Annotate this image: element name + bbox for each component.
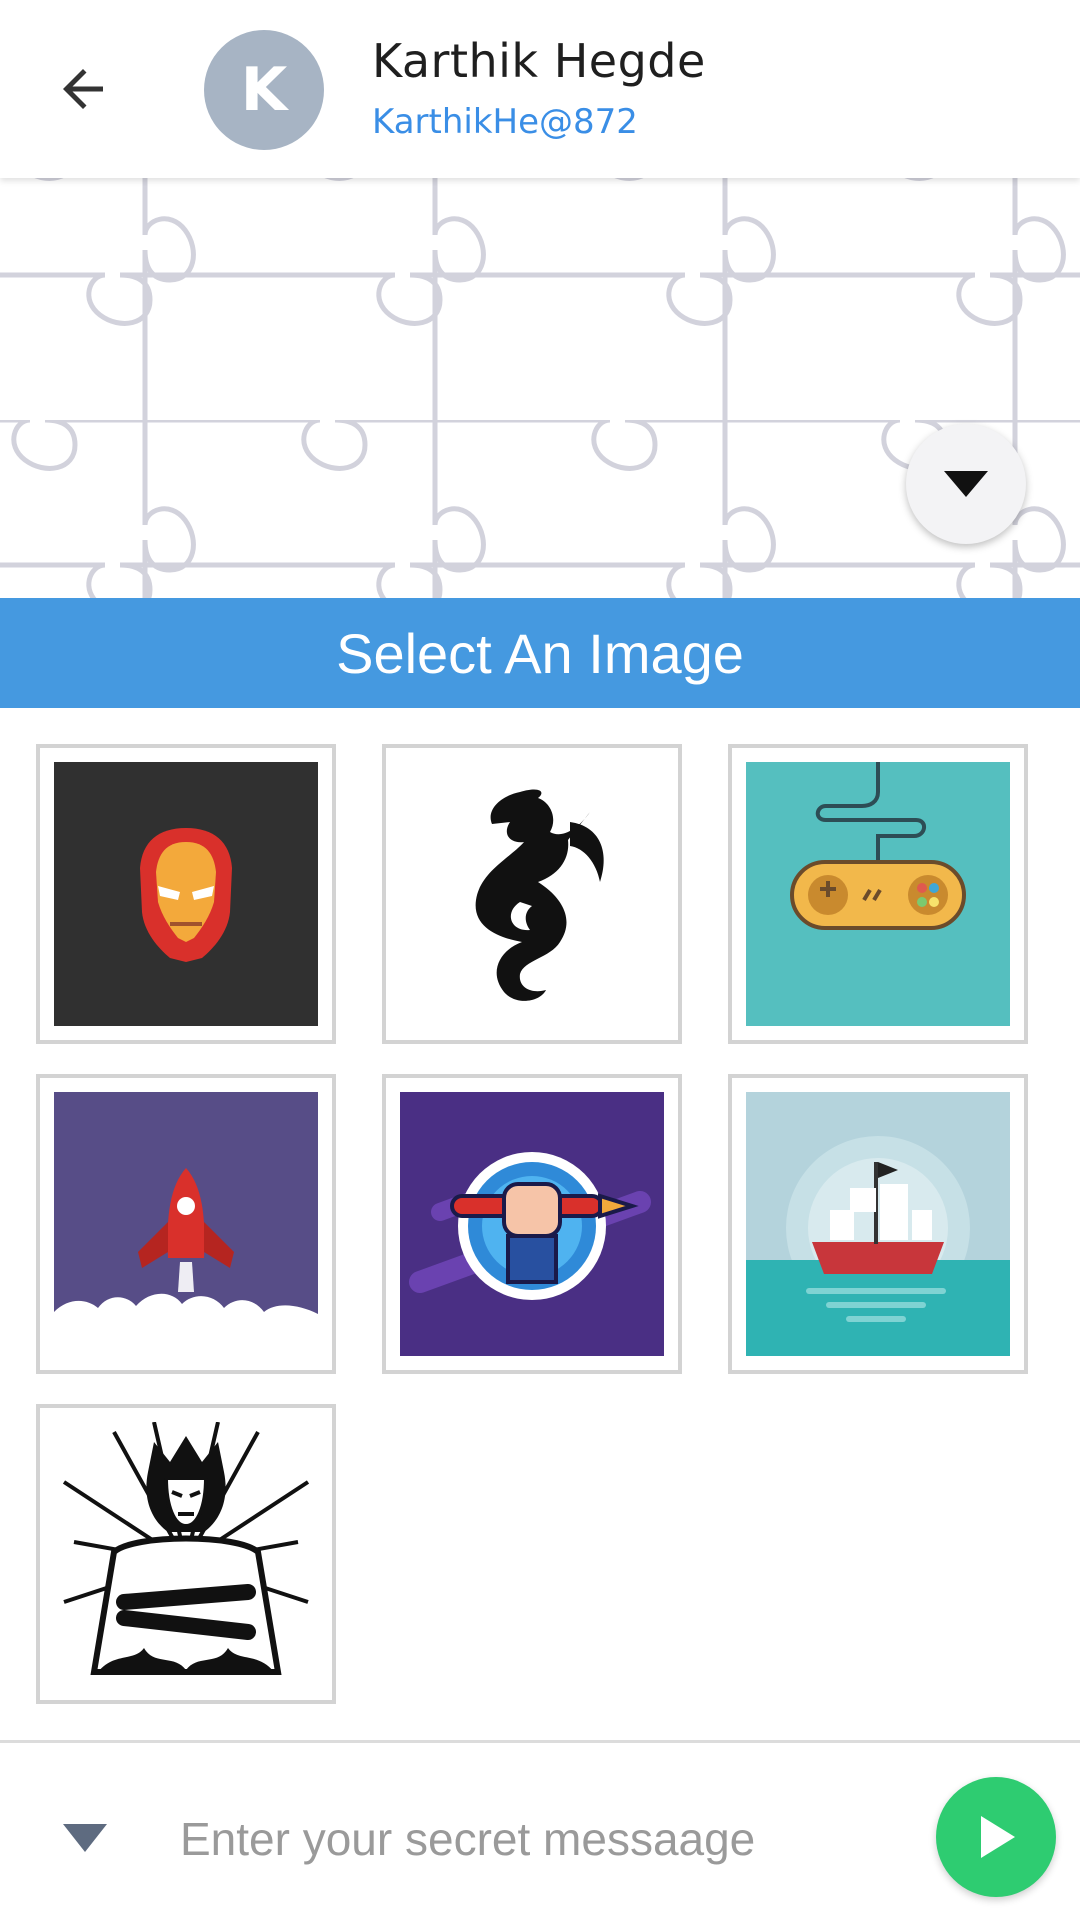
chat-header: K Karthik Hegde KarthikHe@872: [0, 0, 1080, 178]
message-input[interactable]: [180, 1799, 920, 1879]
image-option-wolverine[interactable]: [36, 1404, 336, 1704]
fist-holding-pen-image: [400, 1092, 664, 1356]
picker-toggle-button[interactable]: [50, 1813, 120, 1863]
chat-area[interactable]: [0, 178, 1080, 598]
image-grid: [0, 708, 1080, 1740]
send-button[interactable]: [936, 1777, 1056, 1897]
sailing-ship-image: [746, 1092, 1010, 1356]
arrow-left-icon: [63, 69, 103, 109]
avatar[interactable]: K: [204, 30, 324, 150]
puzzle-background: [0, 178, 1080, 598]
back-button[interactable]: [48, 54, 118, 124]
black-dragon-image: [400, 762, 664, 1026]
message-composer: [0, 1740, 1080, 1920]
wolverine-sketch-image: [54, 1422, 318, 1686]
iron-man-helmet-image: [54, 762, 318, 1026]
image-option-ship[interactable]: [728, 1074, 1028, 1374]
image-picker-title: Select An Image: [0, 598, 1080, 708]
image-option-fist-pen[interactable]: [382, 1074, 682, 1374]
image-option-controller[interactable]: [728, 744, 1028, 1044]
rocket-launch-image: [54, 1092, 318, 1356]
image-option-dragon[interactable]: [382, 744, 682, 1044]
play-icon: [981, 1816, 1015, 1858]
contact-name: Karthik Hegde: [372, 34, 706, 88]
image-option-rocket[interactable]: [36, 1074, 336, 1374]
image-option-iron-man[interactable]: [36, 744, 336, 1044]
scroll-down-button[interactable]: [906, 424, 1026, 544]
contact-handle: KarthikHe@872: [372, 102, 638, 142]
caret-down-icon: [63, 1824, 107, 1852]
game-controller-image: [746, 762, 1010, 1026]
caret-down-icon: [944, 471, 988, 497]
